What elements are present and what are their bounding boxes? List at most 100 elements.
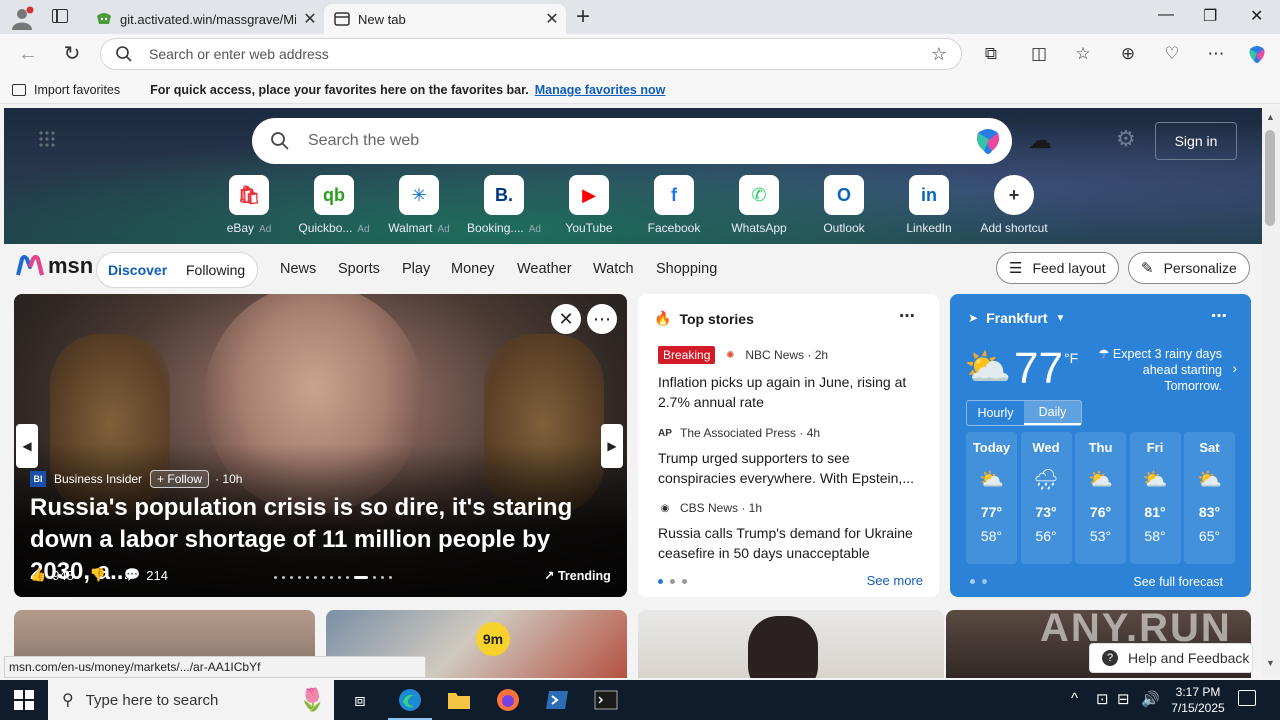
copilot-icon[interactable] — [1246, 43, 1268, 65]
address-bar[interactable]: Search or enter web address ☆ — [100, 38, 962, 70]
personalize-button[interactable]: ✎ Personalize — [1128, 252, 1250, 284]
favorites-icon[interactable]: ☆ — [1072, 43, 1094, 65]
nav-weather[interactable]: Weather — [517, 261, 572, 277]
collections-icon[interactable]: ⊕ — [1117, 43, 1139, 65]
story-more-icon[interactable]: ⋯ — [587, 304, 617, 334]
scroll-thumb[interactable] — [1265, 130, 1275, 226]
shortcut-ebay[interactable]: 🛍 eBay Ad — [209, 175, 289, 235]
shortcut-booking[interactable]: B. Booking.... Ad — [464, 175, 544, 235]
scroll-up-icon[interactable]: ▲ — [1266, 112, 1275, 122]
notifications-icon[interactable] — [1238, 690, 1256, 706]
forecast-day[interactable]: Sat ⛅ 83° 65° — [1184, 432, 1235, 564]
edge-taskbar-icon[interactable] — [388, 688, 432, 720]
top-stories-more-icon[interactable]: ⋯ — [899, 306, 915, 326]
task-view-icon[interactable]: ⧈ — [348, 688, 372, 712]
taskbar-search-box[interactable]: ⚲ Type here to search 🌷 — [48, 680, 334, 720]
follow-button[interactable]: + Follow — [150, 470, 210, 488]
shortcut-plus[interactable]: + Add shortcut — [974, 175, 1054, 235]
profile-icon[interactable] — [10, 6, 34, 30]
apps-grid-icon[interactable] — [38, 130, 56, 148]
carousel-dots[interactable] — [274, 576, 397, 579]
nav-money[interactable]: Money — [451, 261, 495, 277]
weather-cloud-icon[interactable]: ☁ — [1028, 126, 1052, 155]
copilot-icon[interactable] — [972, 125, 1004, 157]
powershell-icon[interactable] — [545, 688, 569, 712]
browser-essentials-icon[interactable]: ♡ — [1161, 43, 1183, 65]
shortcut-linkedin[interactable]: in LinkedIn — [889, 175, 969, 235]
sign-in-button[interactable]: Sign in — [1155, 122, 1237, 160]
manage-favorites-link[interactable]: Manage favorites now — [535, 83, 666, 97]
import-favorites-button[interactable]: Import favorites — [12, 83, 120, 97]
help-feedback-button[interactable]: ? Help and Feedback — [1089, 643, 1253, 673]
see-full-forecast-link[interactable]: See full forecast — [1133, 575, 1223, 589]
firefox-icon[interactable] — [496, 688, 520, 712]
see-more-link[interactable]: See more — [867, 573, 923, 588]
tab-discover[interactable]: Discover — [108, 262, 167, 278]
thumbs-up-icon[interactable]: 👍 — [30, 567, 46, 583]
nav-play[interactable]: Play — [402, 261, 430, 277]
nav-sports[interactable]: Sports — [338, 261, 380, 277]
new-tab-plus-icon[interactable]: + — [576, 5, 590, 29]
temp-unit[interactable]: °F — [1064, 350, 1078, 366]
close-tab-icon[interactable]: ✕ — [296, 9, 324, 29]
terminal-icon[interactable] — [594, 688, 618, 712]
close-window-icon[interactable]: ✕ — [1250, 6, 1263, 26]
network-icon[interactable]: ⊟ — [1117, 690, 1130, 708]
nav-news[interactable]: News — [280, 261, 316, 277]
back-arrow-icon[interactable]: ← — [16, 42, 40, 66]
hourly-tab[interactable]: Hourly — [967, 401, 1024, 425]
tab-following[interactable]: Following — [186, 262, 245, 278]
weather-more-icon[interactable]: ⋯ — [1211, 306, 1227, 326]
scroll-down-icon[interactable]: ▼ — [1266, 658, 1275, 668]
settings-gear-icon[interactable]: ⚙ — [1116, 126, 1136, 152]
story-card[interactable] — [638, 610, 944, 678]
windows-start-icon[interactable] — [14, 690, 34, 710]
carousel-prev-icon[interactable]: ◀ — [16, 424, 38, 468]
forecast-day[interactable]: Today ⛅ 77° 58° — [966, 432, 1017, 564]
forecast-day[interactable]: Fri ⛅ 81° 58° — [1129, 432, 1181, 564]
weather-pager[interactable] — [970, 579, 994, 584]
tray-network-adapter-icon[interactable]: ⊡ — [1096, 690, 1109, 708]
tab-actions-icon[interactable] — [52, 9, 68, 23]
thumbs-down-icon[interactable]: 👎 — [90, 567, 106, 583]
tab-new-tab[interactable]: New tab ✕ — [324, 4, 566, 34]
more-menu-icon[interactable]: ⋯ — [1205, 43, 1227, 65]
story-item[interactable]: AP The Associated Press · 4h Trump urged… — [658, 426, 924, 488]
story-item[interactable]: Breaking ✺ NBC News · 2h Inflation picks… — [658, 346, 924, 412]
msn-logo[interactable]: msn — [16, 253, 93, 279]
shortcut-youtube[interactable]: ▶ YouTube — [549, 175, 629, 235]
page-scrollbar[interactable]: ▲ ▼ — [1262, 108, 1280, 676]
chevron-right-icon[interactable]: › — [1232, 360, 1237, 376]
dismiss-story-icon[interactable]: ✕ — [551, 304, 581, 334]
tray-chevron-icon[interactable]: ^ — [1071, 690, 1078, 707]
weather-alert[interactable]: ☂ Expect 3 rainy days ahead starting Tom… — [1096, 346, 1222, 394]
minimize-icon[interactable]: — — [1158, 6, 1174, 24]
nav-shopping[interactable]: Shopping — [656, 261, 717, 277]
volume-icon[interactable]: 🔊 — [1141, 690, 1160, 708]
favorite-star-icon[interactable]: ☆ — [931, 44, 947, 65]
forecast-day[interactable]: Thu ⛅ 76° 53° — [1075, 432, 1126, 564]
extensions-icon[interactable]: ⧉ — [980, 43, 1002, 65]
story-source[interactable]: Business Insider — [54, 472, 142, 486]
feed-layout-button[interactable]: ☰ Feed layout — [996, 252, 1119, 284]
shortcut-walmart[interactable]: ✳ Walmart Ad — [379, 175, 459, 235]
carousel-next-icon[interactable]: ▶ — [601, 424, 623, 468]
close-tab-icon[interactable]: ✕ — [538, 9, 566, 29]
main-story-card[interactable]: ✕ ⋯ ◀ ▶ BI Business Insider + Follow · 1… — [14, 294, 627, 597]
forecast-day[interactable]: Wed 🌧 73° 56° — [1020, 432, 1072, 564]
file-explorer-icon[interactable] — [447, 688, 471, 712]
refresh-icon[interactable]: ↻ — [60, 42, 84, 66]
shortcut-quickbooks[interactable]: qb Quickbo... Ad — [294, 175, 374, 235]
nav-watch[interactable]: Watch — [593, 261, 634, 277]
shortcut-outlook[interactable]: O Outlook — [804, 175, 884, 235]
shortcut-whatsapp[interactable]: ✆ WhatsApp — [719, 175, 799, 235]
web-search-box[interactable]: Search the web — [252, 118, 1012, 164]
restore-icon[interactable]: ❐ — [1203, 6, 1217, 26]
tab-git-activated[interactable]: git.activated.win/massgrave/Micr ✕ — [84, 4, 324, 34]
stories-pager[interactable] — [658, 579, 694, 584]
comment-icon[interactable]: 💬 — [124, 567, 140, 583]
shortcut-facebook[interactable]: f Facebook — [634, 175, 714, 235]
story-item[interactable]: ◉ CBS News · 1h Russia calls Trump's dem… — [658, 501, 924, 563]
split-screen-icon[interactable]: ◫ — [1028, 43, 1050, 65]
daily-tab[interactable]: Daily — [1024, 401, 1081, 425]
